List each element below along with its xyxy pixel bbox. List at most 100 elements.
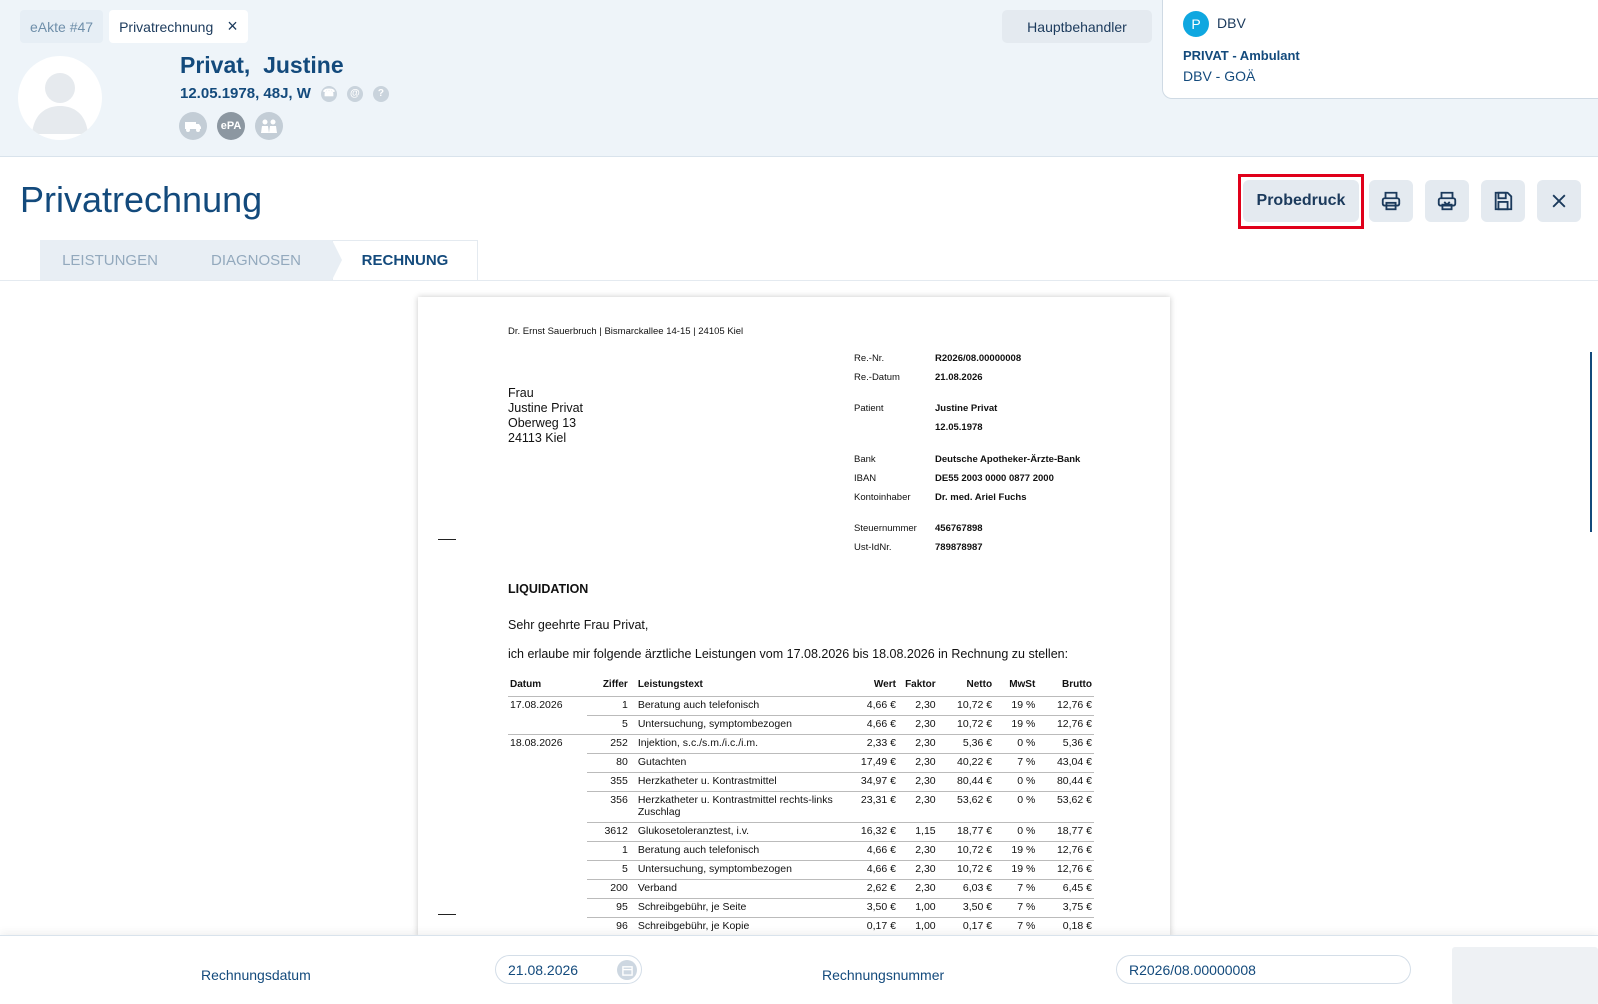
close-button[interactable] bbox=[1537, 180, 1581, 222]
greeting: Sehr geehrte Frau Privat, bbox=[508, 618, 649, 632]
info-label: Bank bbox=[854, 454, 876, 465]
patient-header: eAkte #47 Privatrechnung × Privat, Justi… bbox=[0, 0, 1598, 157]
table-cell: 53,62 € bbox=[1037, 791, 1094, 823]
family-icon[interactable] bbox=[255, 112, 283, 140]
table-row: 18.08.2026 252 Injektion, s.c./s.m./i.c./i… bbox=[508, 734, 1094, 754]
column-header: Brutto bbox=[1062, 679, 1092, 690]
table-cell bbox=[508, 823, 587, 842]
info-value: 12.05.1978 bbox=[935, 422, 983, 433]
table-row: 1 Beratung auch telefonisch 4,66 €2,30 10,7… bbox=[508, 841, 1094, 861]
invoice-number-field[interactable]: R2026/08.00000008 bbox=[1116, 955, 1411, 984]
column-header: Wert bbox=[873, 679, 896, 690]
epa-badge[interactable]: ePA bbox=[217, 112, 245, 140]
table-cell: 1,15 bbox=[897, 822, 938, 842]
table-cell: 5,36 € bbox=[1037, 734, 1094, 754]
table-cell: 2,30 bbox=[897, 753, 938, 773]
footer-action-area[interactable] bbox=[1452, 947, 1598, 1004]
tab-label: eAkte #47 bbox=[30, 18, 94, 35]
table-cell: 10,72 € bbox=[937, 696, 995, 716]
info-value: 21.08.2026 bbox=[935, 372, 983, 383]
table-cell: Glukosetoleranztest, i.v. bbox=[629, 822, 846, 842]
table-cell: 7 % bbox=[994, 898, 1038, 918]
table-cell bbox=[508, 842, 587, 861]
table-cell: 1 bbox=[586, 841, 630, 861]
patient-birth-age-sex: 12.05.1978, 48J, W bbox=[180, 85, 311, 102]
ambulance-icon[interactable] bbox=[179, 112, 207, 140]
document-heading: LIQUIDATION bbox=[508, 582, 589, 596]
table-cell: 18.08.2026 bbox=[508, 734, 587, 754]
invoice-footer: Rechnungsdatum 21.08.2026 Rechnungsnumme… bbox=[0, 935, 1598, 1004]
table-cell: 12,76 € bbox=[1037, 715, 1094, 735]
fold-mark bbox=[438, 539, 456, 540]
table-cell: 2,30 bbox=[897, 734, 938, 754]
info-value: Dr. med. Ariel Fuchs bbox=[935, 492, 1027, 503]
table-cell: 3612 bbox=[586, 822, 630, 842]
step-rechnung[interactable]: RECHNUNG bbox=[332, 240, 478, 280]
table-cell: 2,30 bbox=[897, 696, 938, 716]
table-cell: Herzkatheter u. Kontrastmittel bbox=[629, 772, 846, 792]
step-leistungen[interactable]: LEISTUNGEN bbox=[40, 240, 190, 280]
table-cell: 0,17 € bbox=[937, 917, 995, 936]
save-button[interactable] bbox=[1481, 180, 1525, 222]
print-button[interactable] bbox=[1369, 180, 1413, 222]
table-cell: 2,30 bbox=[897, 860, 938, 880]
invoice-number-label: Rechnungsnummer bbox=[822, 967, 945, 983]
scrollbar-thumb[interactable] bbox=[1590, 352, 1592, 532]
table-cell: Untersuchung, symptombezogen bbox=[629, 860, 846, 880]
table-cell: 5 bbox=[586, 715, 630, 735]
table-cell bbox=[508, 773, 587, 792]
info-value: Justine Privat bbox=[935, 403, 998, 414]
table-cell: 2,30 bbox=[897, 791, 938, 823]
table-row: 200 Verband 2,62 €2,30 6,03 €7 % 6,45 € bbox=[508, 879, 1094, 899]
email-icon[interactable]: @ bbox=[346, 85, 363, 102]
table-cell: 3,75 € bbox=[1037, 898, 1094, 918]
info-label: Kontoinhaber bbox=[854, 492, 911, 503]
step-diagnosen[interactable]: DIAGNOSEN bbox=[180, 240, 342, 280]
fold-mark bbox=[438, 914, 456, 915]
close-tab-icon[interactable]: × bbox=[227, 16, 238, 37]
phone-icon[interactable]: ☎ bbox=[320, 85, 337, 102]
page-title: Privatrechnung bbox=[20, 179, 263, 220]
tab-eakte[interactable]: eAkte #47 bbox=[20, 10, 104, 43]
table-cell bbox=[508, 716, 587, 735]
calendar-icon[interactable] bbox=[617, 960, 637, 980]
info-label: Steuernummer bbox=[854, 523, 917, 534]
table-cell: 10,72 € bbox=[937, 841, 995, 861]
table-cell: 19 % bbox=[994, 860, 1038, 880]
table-cell: 10,72 € bbox=[937, 715, 995, 735]
table-cell: 40,22 € bbox=[937, 753, 995, 773]
help-icon[interactable]: ? bbox=[372, 85, 389, 102]
tab-privatrechnung[interactable]: Privatrechnung × bbox=[109, 10, 248, 43]
hauptbehandler-button[interactable]: Hauptbehandler bbox=[1002, 10, 1152, 43]
insurance-type-icon: P bbox=[1183, 11, 1209, 37]
table-row: 3612 Glukosetoleranztest, i.v. 16,32 €1,15… bbox=[508, 822, 1094, 842]
info-label: Re.-Datum bbox=[854, 372, 900, 383]
insurance-panel[interactable]: P DBV PRIVAT - Ambulant DBV - GOÄ bbox=[1162, 0, 1598, 99]
table-cell: 10,72 € bbox=[937, 860, 995, 880]
table-cell: 18,77 € bbox=[1037, 822, 1094, 842]
table-cell: 19 % bbox=[994, 696, 1038, 716]
table-cell: Schreibgebühr, je Seite bbox=[629, 898, 846, 918]
table-row: 5 Untersuchung, symptombezogen 4,66 €2,30 1… bbox=[508, 860, 1094, 880]
invoice-preview[interactable]: Dr. Ernst Sauerbruch | Bismarckallee 14-… bbox=[418, 297, 1170, 937]
column-header: Netto bbox=[966, 679, 993, 690]
table-cell: Injektion, s.c./s.m./i.c./i.m. bbox=[629, 734, 846, 754]
insurance-name: DBV bbox=[1217, 15, 1246, 31]
column-header: Ziffer bbox=[602, 679, 628, 690]
table-cell: 2,62 € bbox=[845, 879, 898, 899]
invoice-date-field[interactable]: 21.08.2026 bbox=[495, 955, 642, 984]
table-row: 355 Herzkatheter u. Kontrastmittel 34,97 €… bbox=[508, 772, 1094, 792]
insurance-tariff: DBV - GOÄ bbox=[1183, 68, 1256, 84]
column-header: Faktor bbox=[905, 679, 936, 690]
table-cell: 252 bbox=[586, 734, 630, 754]
table-cell: 0,17 € bbox=[845, 917, 898, 936]
print-preview-button[interactable] bbox=[1425, 180, 1469, 222]
table-cell: 53,62 € bbox=[937, 791, 995, 823]
table-cell: 95 bbox=[586, 898, 630, 918]
table-cell: Beratung auch telefonisch bbox=[629, 696, 846, 716]
table-cell: 1 bbox=[586, 696, 630, 716]
invoice-date-value: 21.08.2026 bbox=[508, 961, 579, 978]
probedruck-button[interactable]: Probedruck bbox=[1243, 180, 1359, 222]
invoice-number-value: R2026/08.00000008 bbox=[1129, 961, 1256, 978]
table-cell: 80,44 € bbox=[1037, 772, 1094, 792]
